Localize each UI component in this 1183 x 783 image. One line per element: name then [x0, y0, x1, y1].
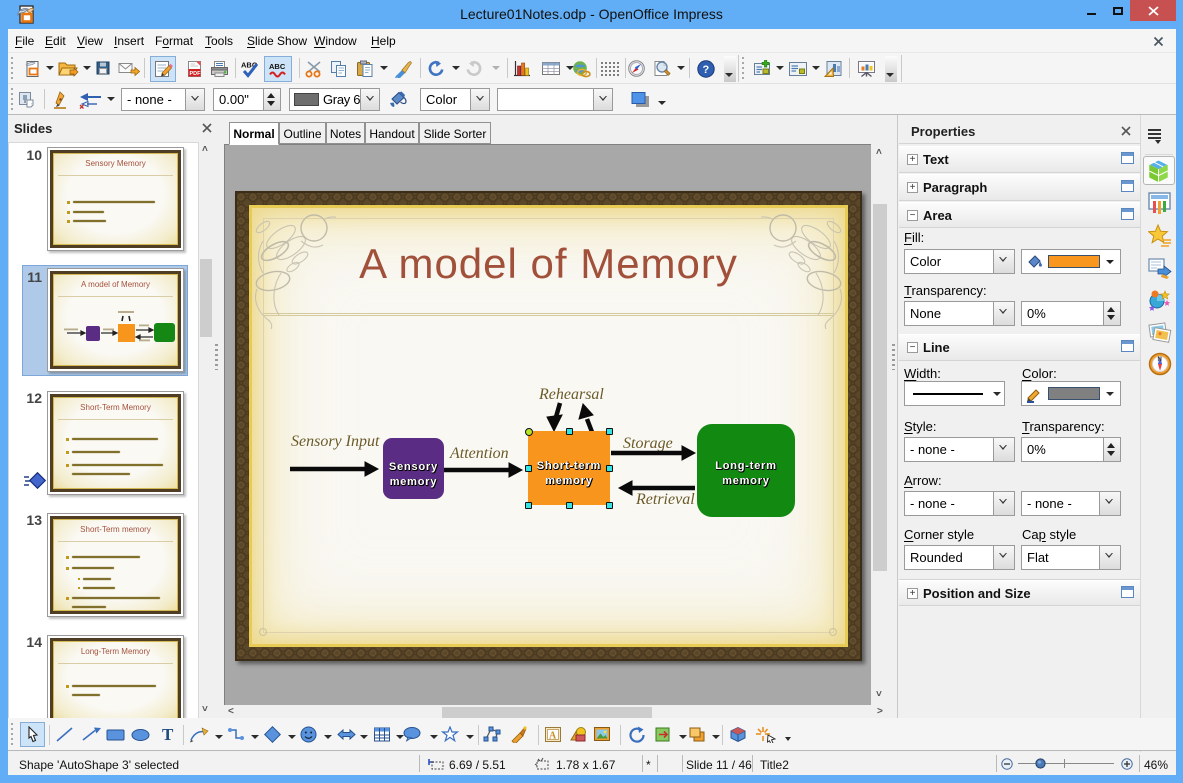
svg-text:A: A — [549, 731, 557, 742]
svg-text:PDF: PDF — [190, 71, 202, 77]
svg-text:ABC: ABC — [269, 62, 286, 71]
svg-text:T: T — [162, 725, 174, 743]
svg-text:?: ? — [703, 64, 710, 76]
svg-text:N: N — [1158, 357, 1162, 363]
